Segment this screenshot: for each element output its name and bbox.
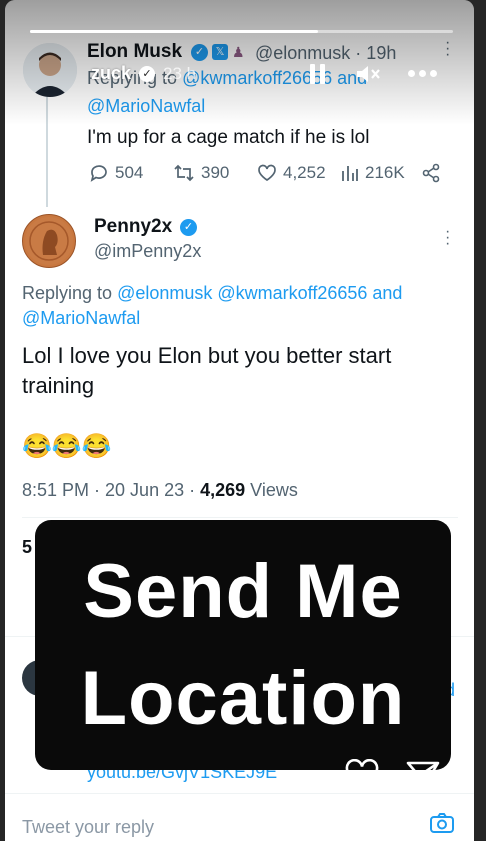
views-count[interactable]: 216K xyxy=(341,163,405,183)
elon-tweet-text: I'm up for a cage match if he is lol xyxy=(87,127,370,148)
affiliate-icon: 𝕏 xyxy=(212,44,228,60)
story-text-sticker: Send Me Location xyxy=(35,520,451,770)
story-username[interactable]: zuck xyxy=(91,63,131,84)
overlay-line2: Location xyxy=(80,656,406,741)
heart-icon xyxy=(258,164,276,182)
story-user[interactable]: zuck ✓ 23 h xyxy=(91,63,196,84)
overlay-line1: Send Me xyxy=(83,549,403,634)
divider xyxy=(5,793,474,794)
like-heart-icon[interactable] xyxy=(344,758,380,796)
pause-icon[interactable] xyxy=(310,64,325,84)
story-progress-fill xyxy=(30,30,318,33)
verified-icon: ✓ xyxy=(180,219,197,236)
reply-input[interactable]: Tweet your reply xyxy=(22,817,154,838)
story-time: 23 h xyxy=(163,63,197,83)
elon-handle[interactable]: @elonmusk · 19h xyxy=(255,43,396,64)
verified-icon: ✓ xyxy=(191,44,208,61)
share-icon[interactable] xyxy=(421,163,441,188)
thread-line xyxy=(46,92,48,207)
penny-tweet-text-line2: training xyxy=(22,373,95,398)
analytics-icon xyxy=(342,166,358,181)
retweet-count[interactable]: 390 xyxy=(173,163,229,183)
reply-users-link[interactable]: @elonmusk @kwmarkoff26656 and xyxy=(117,283,402,303)
reply-users-link[interactable]: @kwmarkoff26656 and xyxy=(182,68,367,88)
camera-icon[interactable] xyxy=(429,812,455,839)
more-options-icon[interactable]: · · · xyxy=(445,224,450,252)
penny-tweet-text-line1: Lol I love you Elon but you better start xyxy=(22,343,392,368)
views-number: 4,269 xyxy=(200,480,246,500)
laughing-emojis: 😂😂😂 xyxy=(22,433,112,460)
partial-stat: 5 xyxy=(22,537,33,557)
send-icon[interactable] xyxy=(405,759,441,798)
reply-count[interactable]: 504 xyxy=(89,163,143,183)
reply-user-link[interactable]: @MarioNawfal xyxy=(22,308,140,329)
verified-icon: ✓ xyxy=(139,65,156,82)
divider xyxy=(22,517,458,518)
person-icon: ♟ xyxy=(232,44,245,60)
tweet-timestamp: 8:51 PM · 20 Jun 23 · 4,269 Views xyxy=(22,480,298,500)
mute-icon[interactable] xyxy=(355,63,381,90)
story-frame: Elon Musk ✓ 𝕏 ♟ @elonmusk · 19h · · · Repl… xyxy=(5,0,474,841)
like-count[interactable]: 4,252 xyxy=(257,163,326,183)
reply-user-link[interactable]: @MarioNawfal xyxy=(87,96,205,117)
penny-reply-line: Replying to @elonmusk @kwmarkoff26656 an… xyxy=(22,283,402,304)
more-options-icon[interactable]: · · · xyxy=(445,35,450,63)
story-progress-bar xyxy=(30,30,453,33)
more-options-icon[interactable] xyxy=(408,70,437,77)
penny-handle[interactable]: @imPenny2x xyxy=(94,241,201,262)
penny-avatar[interactable] xyxy=(22,214,76,268)
elon-badges: ✓ 𝕏 ♟ xyxy=(191,44,248,61)
retweet-icon xyxy=(174,164,194,182)
reply-icon xyxy=(90,165,107,182)
elon-avatar[interactable] xyxy=(23,43,77,97)
elon-name[interactable]: Elon Musk xyxy=(87,41,182,63)
replying-to-label: Replying to xyxy=(22,283,113,303)
penny-name[interactable]: Penny2x xyxy=(94,216,172,238)
